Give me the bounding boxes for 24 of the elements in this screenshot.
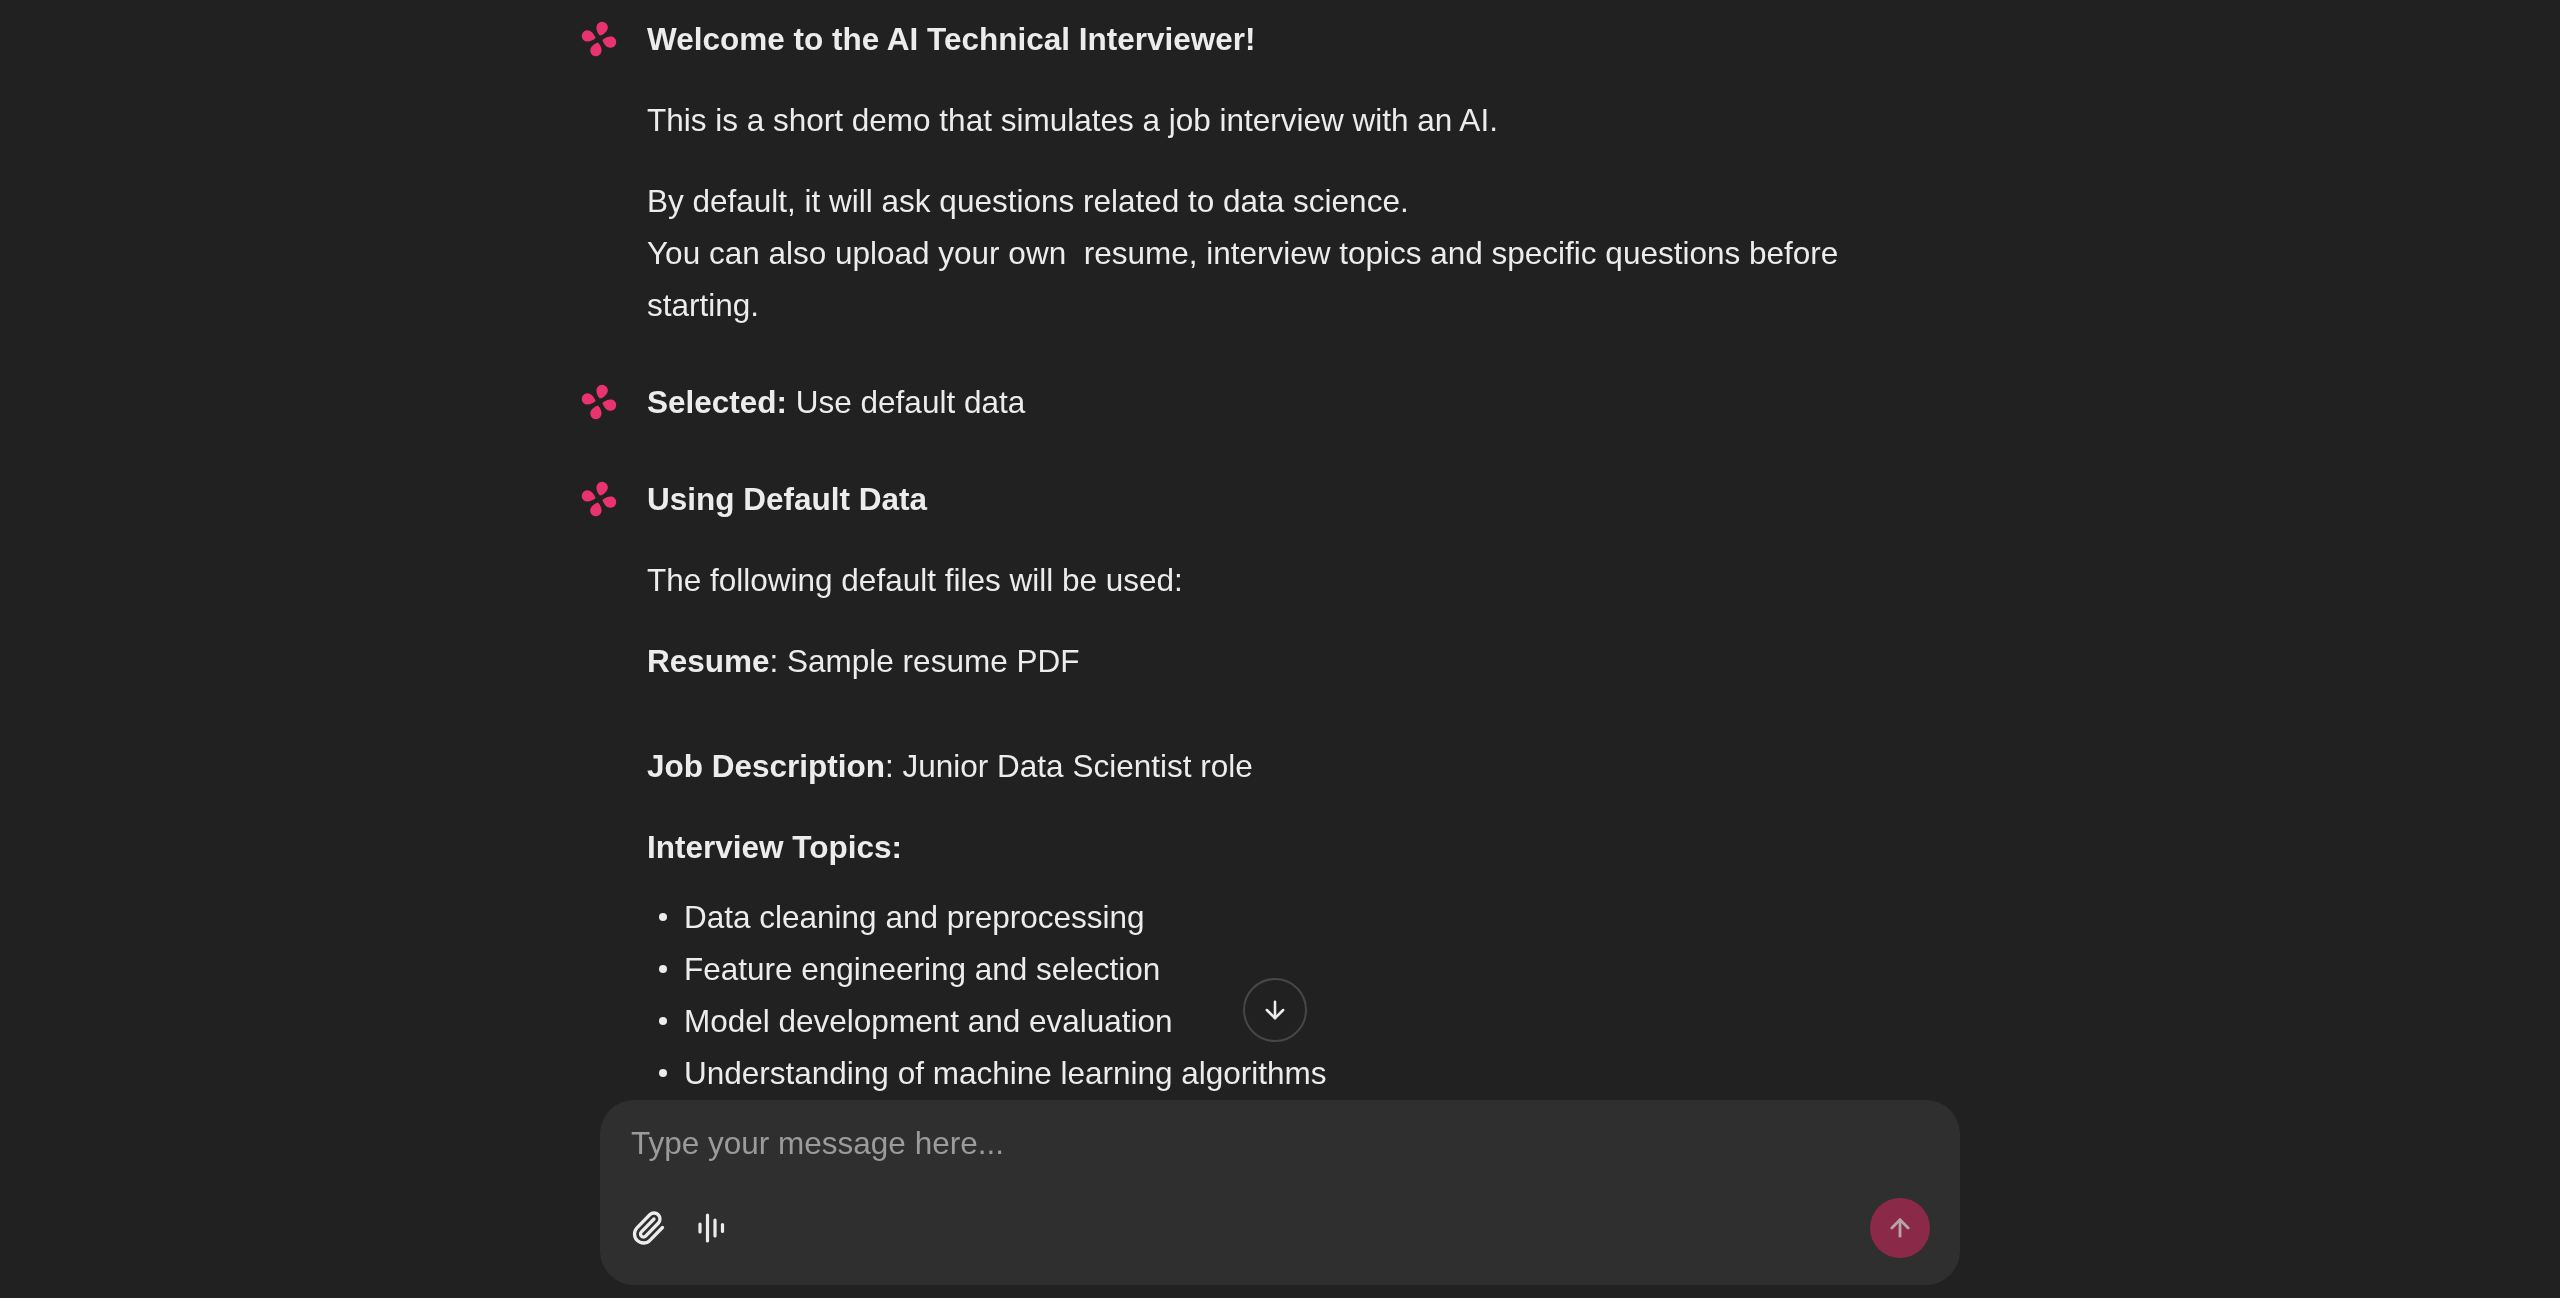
list-item-text: Model development and evaluation	[684, 1002, 1173, 1041]
list-item-text: Data cleaning and preprocessing	[684, 898, 1145, 937]
flower-avatar-icon	[580, 20, 618, 58]
flower-avatar-icon	[580, 480, 618, 518]
flower-avatar-icon	[580, 383, 618, 421]
message-text: By default, it will ask questions related to data science.	[647, 182, 1410, 221]
message-text: Resume: Sample resume PDF	[647, 642, 1081, 681]
bullet-icon	[659, 1069, 667, 1077]
bullet-icon	[659, 965, 667, 973]
paperclip-icon	[630, 1210, 666, 1246]
list-item-text: Understanding of machine learning algorithms	[684, 1054, 1327, 1093]
message-text: The following default files will be used:	[647, 561, 1184, 600]
list-item-text: Feature engineering and selection	[684, 950, 1161, 989]
message-composer[interactable]: Type your message here...	[600, 1100, 1960, 1285]
bullet-icon	[659, 913, 667, 921]
message-text: This is a short demo that simulates a job interview with an AI.	[647, 101, 1499, 140]
message-input[interactable]: Type your message here...	[624, 1117, 1930, 1169]
bullet-icon	[659, 1017, 667, 1025]
section-heading: Interview Topics:	[647, 828, 903, 867]
message-title: Using Default Data	[647, 480, 929, 519]
message-text: Selected: Use default data	[647, 383, 1027, 422]
message-title: Welcome to the AI Technical Interviewer!	[647, 20, 1257, 59]
message-text: You can also upload your own resume, interview topics and specific questions before starting.	[647, 234, 1840, 325]
message-text: Job Description: Junior Data Scientist role	[647, 747, 1254, 786]
